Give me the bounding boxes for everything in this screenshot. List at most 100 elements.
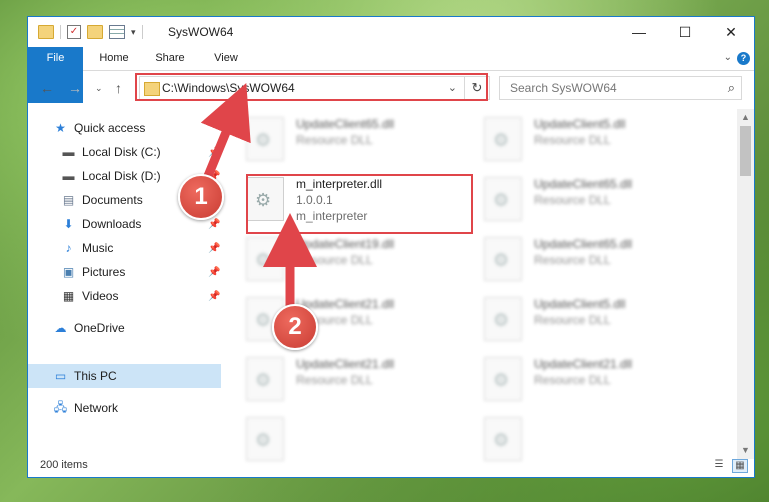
file-name: UpdateClient21.dll bbox=[296, 297, 395, 311]
nav-item-label: OneDrive bbox=[74, 321, 125, 335]
nav-item-local-disk-c[interactable]: ▬ Local Disk (C:) 📌 bbox=[28, 140, 221, 164]
file-type: Resource DLL bbox=[296, 253, 373, 267]
help-icon[interactable]: ? bbox=[737, 52, 750, 65]
nav-item-network[interactable]: 🖧 Network bbox=[28, 396, 221, 420]
nav-item-quick-access[interactable]: ★ Quick access bbox=[28, 116, 221, 140]
nav-item-music[interactable]: ♪ Music 📌 bbox=[28, 236, 221, 260]
minimize-button[interactable]: — bbox=[616, 17, 662, 47]
properties-check-icon[interactable]: ✓ bbox=[67, 25, 81, 39]
dll-file-icon: ⚙ bbox=[484, 357, 522, 401]
download-icon: ⬇ bbox=[63, 217, 74, 231]
expand-ribbon-icon[interactable]: ⌄ bbox=[724, 52, 732, 63]
pictures-icon: ▣ bbox=[62, 265, 75, 279]
file-name: UpdateClient65.dll bbox=[296, 117, 395, 131]
nav-item-label: Quick access bbox=[74, 121, 146, 135]
close-button[interactable]: ✕ bbox=[708, 17, 754, 47]
pc-icon: ▭ bbox=[54, 369, 67, 383]
scroll-up-icon[interactable]: ▲ bbox=[737, 109, 754, 126]
file-highlight-box bbox=[246, 174, 473, 234]
large-icons-view-icon[interactable]: ▦ bbox=[732, 459, 748, 473]
dll-file-icon: ⚙ bbox=[484, 117, 522, 161]
file-item[interactable]: ⚙ UpdateClient19.dll Resource DLL bbox=[238, 229, 466, 285]
file-type: Resource DLL bbox=[534, 373, 611, 387]
nav-item-label: Downloads bbox=[82, 217, 142, 231]
maximize-button[interactable]: ☐ bbox=[662, 17, 708, 47]
folder-icon bbox=[38, 25, 54, 39]
file-item[interactable]: ⚙ UpdateClient65.dll Resource DLL bbox=[238, 109, 466, 165]
ribbon-tabs: File Home Share View ⌄ ? bbox=[28, 47, 754, 103]
navigation-pane: ★ Quick access ▬ Local Disk (C:) 📌 ▬ Loc… bbox=[28, 109, 221, 459]
new-folder-icon[interactable] bbox=[87, 25, 103, 39]
dll-file-icon: ⚙ bbox=[484, 237, 522, 281]
step-badge-1: 1 bbox=[178, 174, 224, 220]
toolbar-separator bbox=[141, 25, 143, 39]
nav-item-label: Network bbox=[74, 401, 119, 415]
pin-icon[interactable]: 📌 bbox=[208, 267, 220, 278]
navigation-bar: ← → ⌄ ↑ C:\Windows\SysWOW64 ⌄ ↻ Search S… bbox=[28, 71, 754, 107]
toolbar-separator bbox=[60, 25, 61, 39]
view-switcher: ☰ ▦ bbox=[712, 459, 748, 473]
file-list: ⚙ UpdateClient65.dll Resource DLL ⚙ Upda… bbox=[238, 109, 738, 461]
vertical-scrollbar[interactable]: ▲ ▼ bbox=[737, 109, 754, 459]
file-item[interactable]: ⚙ UpdateClient5.dll Resource DLL bbox=[476, 109, 704, 165]
search-placeholder: Search SysWOW64 bbox=[510, 81, 617, 95]
file-type: Resource DLL bbox=[534, 133, 611, 147]
properties-icon[interactable] bbox=[109, 25, 125, 39]
scrollbar-thumb[interactable] bbox=[740, 126, 751, 176]
pin-icon[interactable]: 📌 bbox=[208, 291, 220, 302]
file-name: UpdateClient21.dll bbox=[296, 357, 395, 371]
back-arrow-icon[interactable]: ← bbox=[40, 80, 54, 96]
drive-icon: ▬ bbox=[62, 145, 75, 159]
tab-home[interactable]: Home bbox=[88, 47, 140, 70]
file-name: UpdateClient21.dll bbox=[534, 357, 633, 371]
pin-icon[interactable]: 📌 bbox=[208, 219, 220, 230]
quick-access-toolbar: ✓ ▾ bbox=[38, 25, 143, 39]
nav-item-label: Videos bbox=[82, 289, 119, 303]
file-type: Resource DLL bbox=[534, 313, 611, 327]
window-controls: — ☐ ✕ bbox=[616, 17, 754, 47]
status-bar: 200 items ☰ ▦ bbox=[28, 455, 754, 477]
file-item[interactable]: ⚙ UpdateClient65.dll Resource DLL bbox=[476, 169, 704, 225]
details-view-icon[interactable]: ☰ bbox=[712, 459, 726, 471]
nav-item-this-pc[interactable]: ▭ This PC bbox=[28, 364, 221, 388]
title-bar: ✓ ▾ SysWOW64 — ☐ ✕ bbox=[28, 17, 754, 47]
recent-locations-icon[interactable]: ⌄ bbox=[95, 83, 103, 94]
file-item[interactable]: ⚙ UpdateClient5.dll Resource DLL bbox=[476, 289, 704, 345]
item-count: 200 items bbox=[40, 459, 88, 471]
step-badge-2: 2 bbox=[272, 304, 318, 350]
pin-icon[interactable]: 📌 bbox=[208, 147, 220, 158]
file-name: UpdateClient65.dll bbox=[534, 177, 633, 191]
forward-arrow-icon[interactable]: → bbox=[68, 80, 82, 96]
nav-item-pictures[interactable]: ▣ Pictures 📌 bbox=[28, 260, 221, 284]
file-item[interactable]: ⚙ UpdateClient21.dll Resource DLL bbox=[238, 289, 466, 345]
customize-toolbar-dropdown[interactable]: ▾ bbox=[131, 27, 136, 38]
file-name: UpdateClient5.dll bbox=[534, 297, 626, 311]
cloud-icon: ☁ bbox=[54, 321, 67, 335]
file-item[interactable]: ⚙ UpdateClient65.dll Resource DLL bbox=[476, 229, 704, 285]
network-icon: 🖧 bbox=[53, 399, 68, 414]
nav-item-label: Local Disk (D:) bbox=[82, 169, 161, 183]
file-type: Resource DLL bbox=[534, 193, 611, 207]
tab-view[interactable]: View bbox=[200, 47, 252, 70]
nav-item-label: Local Disk (C:) bbox=[82, 145, 161, 159]
search-icon[interactable]: ⌕ bbox=[728, 80, 735, 96]
file-name: UpdateClient19.dll bbox=[296, 237, 395, 251]
pin-icon[interactable]: 📌 bbox=[208, 243, 220, 254]
nav-item-videos[interactable]: ▦ Videos 📌 bbox=[28, 284, 221, 308]
nav-item-label: Documents bbox=[82, 193, 143, 207]
drive-icon: ▬ bbox=[62, 169, 75, 183]
nav-item-onedrive[interactable]: ☁ OneDrive bbox=[28, 316, 221, 340]
up-arrow-icon[interactable]: ↑ bbox=[115, 80, 122, 96]
dll-file-icon: ⚙ bbox=[484, 177, 522, 221]
star-icon: ★ bbox=[55, 121, 66, 135]
file-type: Resource DLL bbox=[296, 133, 373, 147]
file-type: Resource DLL bbox=[296, 373, 373, 387]
file-item[interactable]: ⚙ UpdateClient21.dll Resource DLL bbox=[238, 349, 466, 405]
search-box[interactable]: Search SysWOW64 ⌕ bbox=[499, 76, 742, 100]
videos-icon: ▦ bbox=[62, 289, 75, 303]
music-icon: ♪ bbox=[65, 241, 72, 255]
tab-share[interactable]: Share bbox=[144, 47, 196, 70]
file-item[interactable]: ⚙ UpdateClient21.dll Resource DLL bbox=[476, 349, 704, 405]
file-explorer-window: ✓ ▾ SysWOW64 — ☐ ✕ File Home Share View … bbox=[27, 16, 755, 478]
file-type: Resource DLL bbox=[534, 253, 611, 267]
